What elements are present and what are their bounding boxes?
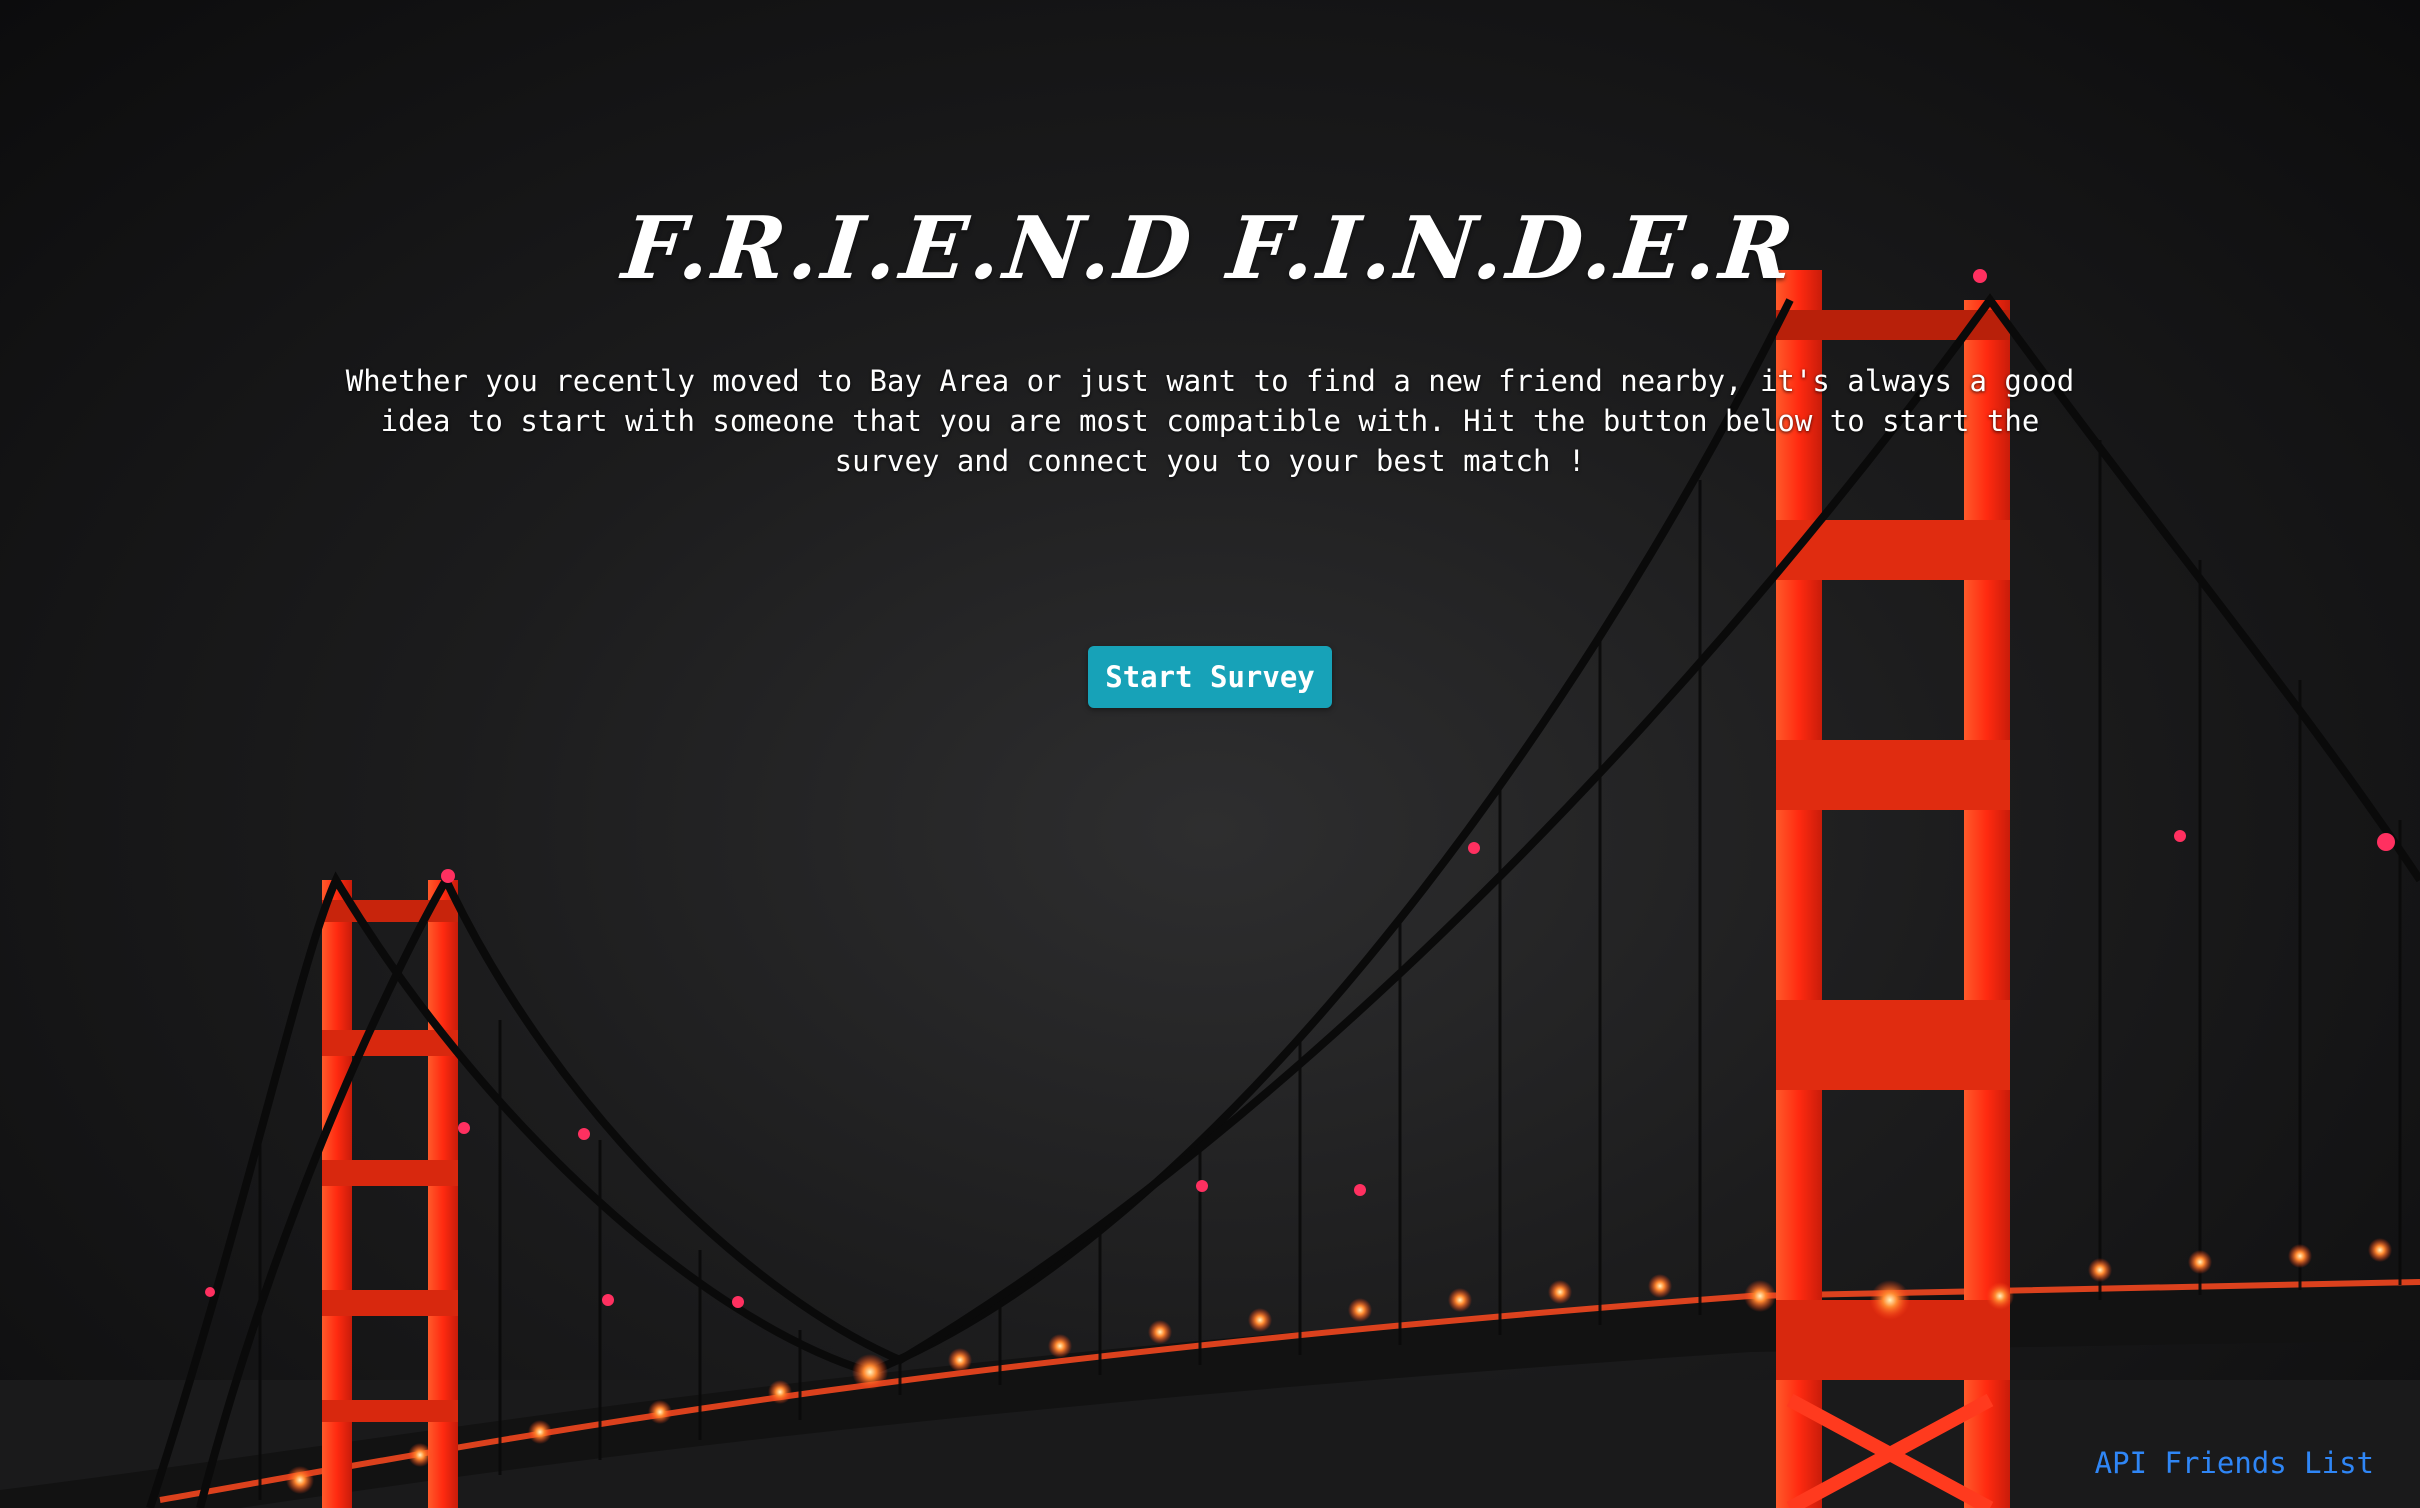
left-tower-shape [322, 880, 458, 1508]
page: F.R.I.E.N.D F.I.N.D.E.R Whether you rece… [0, 0, 2420, 1508]
page-title: F.R.I.E.N.D F.I.N.D.E.R [618, 197, 1802, 299]
intro-text: Whether you recently moved to Bay Area o… [345, 364, 2075, 478]
start-survey-button[interactable]: Start Survey [1088, 646, 1332, 708]
api-friends-list-link[interactable]: API Friends List [2095, 1446, 2374, 1480]
